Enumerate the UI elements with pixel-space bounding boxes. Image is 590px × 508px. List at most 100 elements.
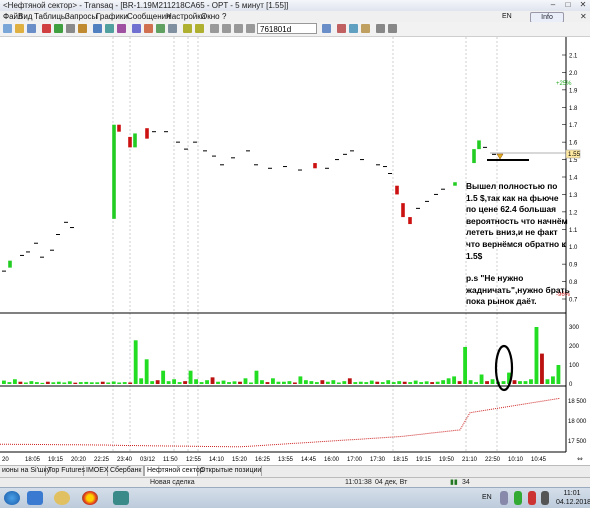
candle — [145, 128, 149, 139]
tray-network-icon[interactable] — [514, 491, 522, 505]
volume-bar — [435, 381, 440, 384]
cursor-icon[interactable] — [246, 24, 255, 33]
quotes-icon[interactable] — [105, 24, 114, 33]
clock[interactable]: 11:01 04.12.2018 — [556, 489, 590, 507]
tab-top-futures[interactable]: Top Futures — [46, 466, 85, 476]
volume-bar — [100, 381, 105, 384]
volume-bar — [12, 379, 17, 384]
tab-open-positions[interactable]: Открытые позиции — [198, 466, 262, 476]
volume-bar — [314, 382, 319, 384]
tab-sberbank[interactable]: Сбербанк — [108, 466, 144, 476]
menu-help[interactable]: ? — [222, 11, 226, 22]
time-tick-label: 17:00 — [347, 457, 363, 463]
new-icon[interactable] — [3, 24, 12, 33]
tab-si-options[interactable]: ионы на Si'шку — [0, 466, 50, 476]
tab-oil-sector[interactable]: Нефтяной сектор — [144, 466, 204, 476]
portfolio-icon[interactable] — [78, 24, 87, 33]
time-tick-label: 11:50 — [163, 457, 178, 463]
table-icon[interactable] — [66, 24, 75, 33]
chrome-icon[interactable] — [82, 491, 98, 505]
minimize-icon[interactable]: – — [546, 0, 560, 10]
scroll-right-icon[interactable]: ⇔ — [577, 455, 583, 463]
open-icon[interactable] — [15, 24, 24, 33]
line-icon[interactable] — [234, 24, 243, 33]
candle — [401, 203, 405, 218]
tab-imoex[interactable]: IMOEX — [84, 466, 109, 476]
symbol-input[interactable]: 761801d — [257, 23, 317, 34]
save-icon[interactable] — [27, 24, 36, 33]
volume-bar — [309, 381, 314, 384]
tray-arrow-icon[interactable] — [500, 491, 508, 505]
volume-bar — [227, 382, 231, 384]
volume-bar — [238, 381, 242, 384]
tray-volume-icon[interactable] — [541, 491, 549, 505]
menu-window[interactable]: Окно — [201, 11, 220, 22]
sum-icon[interactable] — [132, 24, 141, 33]
close-doc-icon[interactable]: ✕ — [580, 11, 587, 22]
draw-channel-icon[interactable] — [349, 24, 358, 33]
volume-bar — [155, 380, 160, 384]
volume-bar — [232, 381, 237, 384]
volume-bar — [375, 381, 380, 384]
volume-bar — [243, 378, 248, 384]
settings-icon[interactable] — [168, 24, 177, 33]
volume-bar — [276, 381, 281, 384]
candles-icon[interactable] — [210, 24, 219, 33]
volume-bar — [408, 382, 413, 384]
trades-icon[interactable] — [117, 24, 126, 33]
annotation-ps: p.s "Не нужно жадничать",нужно брать пок… — [466, 273, 570, 307]
volume-bar — [424, 381, 429, 384]
start-button-icon[interactable] — [4, 491, 20, 505]
chart-icon[interactable] — [93, 24, 102, 33]
volume-bar — [452, 376, 457, 384]
volume-bar — [331, 380, 336, 384]
time-tick-label: 16:00 — [324, 457, 340, 463]
menu-charts[interactable]: Графики — [96, 11, 128, 22]
price-tick-label: 1.1 — [569, 228, 578, 234]
alert-icon[interactable] — [144, 24, 153, 33]
maximize-icon[interactable]: □ — [561, 0, 575, 10]
text-tool-icon[interactable] — [376, 24, 385, 33]
volume-bar — [320, 380, 325, 384]
candle — [8, 260, 12, 268]
current-price-label: 1.55 — [568, 151, 581, 158]
volume-bar — [210, 377, 215, 384]
price-axis: 2.1 2.0 1.9 1.8 1.7 1.6 1.5 1.4 1.3 1.2 1.1 1.0 0.9 0… — [569, 54, 578, 304]
volume-bar — [545, 379, 550, 384]
volume-bar — [325, 381, 330, 384]
player-icon[interactable] — [54, 491, 70, 505]
menu-tables[interactable]: Таблицы — [34, 11, 67, 22]
lower-tick-label: 17 500 — [568, 439, 587, 445]
volume-bar — [358, 381, 363, 384]
menu-settings[interactable]: Настройки — [166, 11, 205, 22]
draw-line-icon[interactable] — [337, 24, 346, 33]
menu-language[interactable]: EN — [502, 11, 512, 22]
time-tick-label: 22:50 — [485, 457, 501, 463]
order-sell-icon[interactable] — [42, 24, 51, 33]
volume-bar — [468, 380, 473, 384]
symbol-lookup-icon[interactable] — [322, 24, 331, 33]
price-tick-label: 2.1 — [569, 54, 578, 60]
zoom-in-icon[interactable] — [183, 24, 192, 33]
delete-objects-icon[interactable] — [388, 24, 397, 33]
keyboard-language[interactable]: EN — [482, 488, 492, 508]
menu-view[interactable]: Вид — [18, 11, 32, 22]
tray-antivirus-icon[interactable] — [528, 491, 536, 505]
time-tick-label: 20:20 — [71, 457, 87, 463]
menu-requests[interactable]: Запросы — [65, 11, 97, 22]
ie-icon[interactable] — [27, 491, 43, 505]
fibo-icon[interactable] — [361, 24, 370, 33]
volume-bar — [216, 381, 220, 384]
volume-bar — [474, 382, 478, 384]
zoom-out-icon[interactable] — [195, 24, 204, 33]
order-buy-icon[interactable] — [54, 24, 63, 33]
volume-bar — [402, 381, 407, 384]
transaq-icon[interactable] — [113, 491, 129, 505]
news-icon[interactable] — [156, 24, 165, 33]
bars-icon[interactable] — [222, 24, 231, 33]
volume-bar — [298, 376, 303, 384]
close-icon[interactable]: ✕ — [576, 0, 590, 10]
volume-bar — [342, 381, 347, 384]
menu-messages[interactable]: Сообщения — [127, 11, 170, 22]
time-tick-label: 12:55 — [186, 457, 202, 463]
